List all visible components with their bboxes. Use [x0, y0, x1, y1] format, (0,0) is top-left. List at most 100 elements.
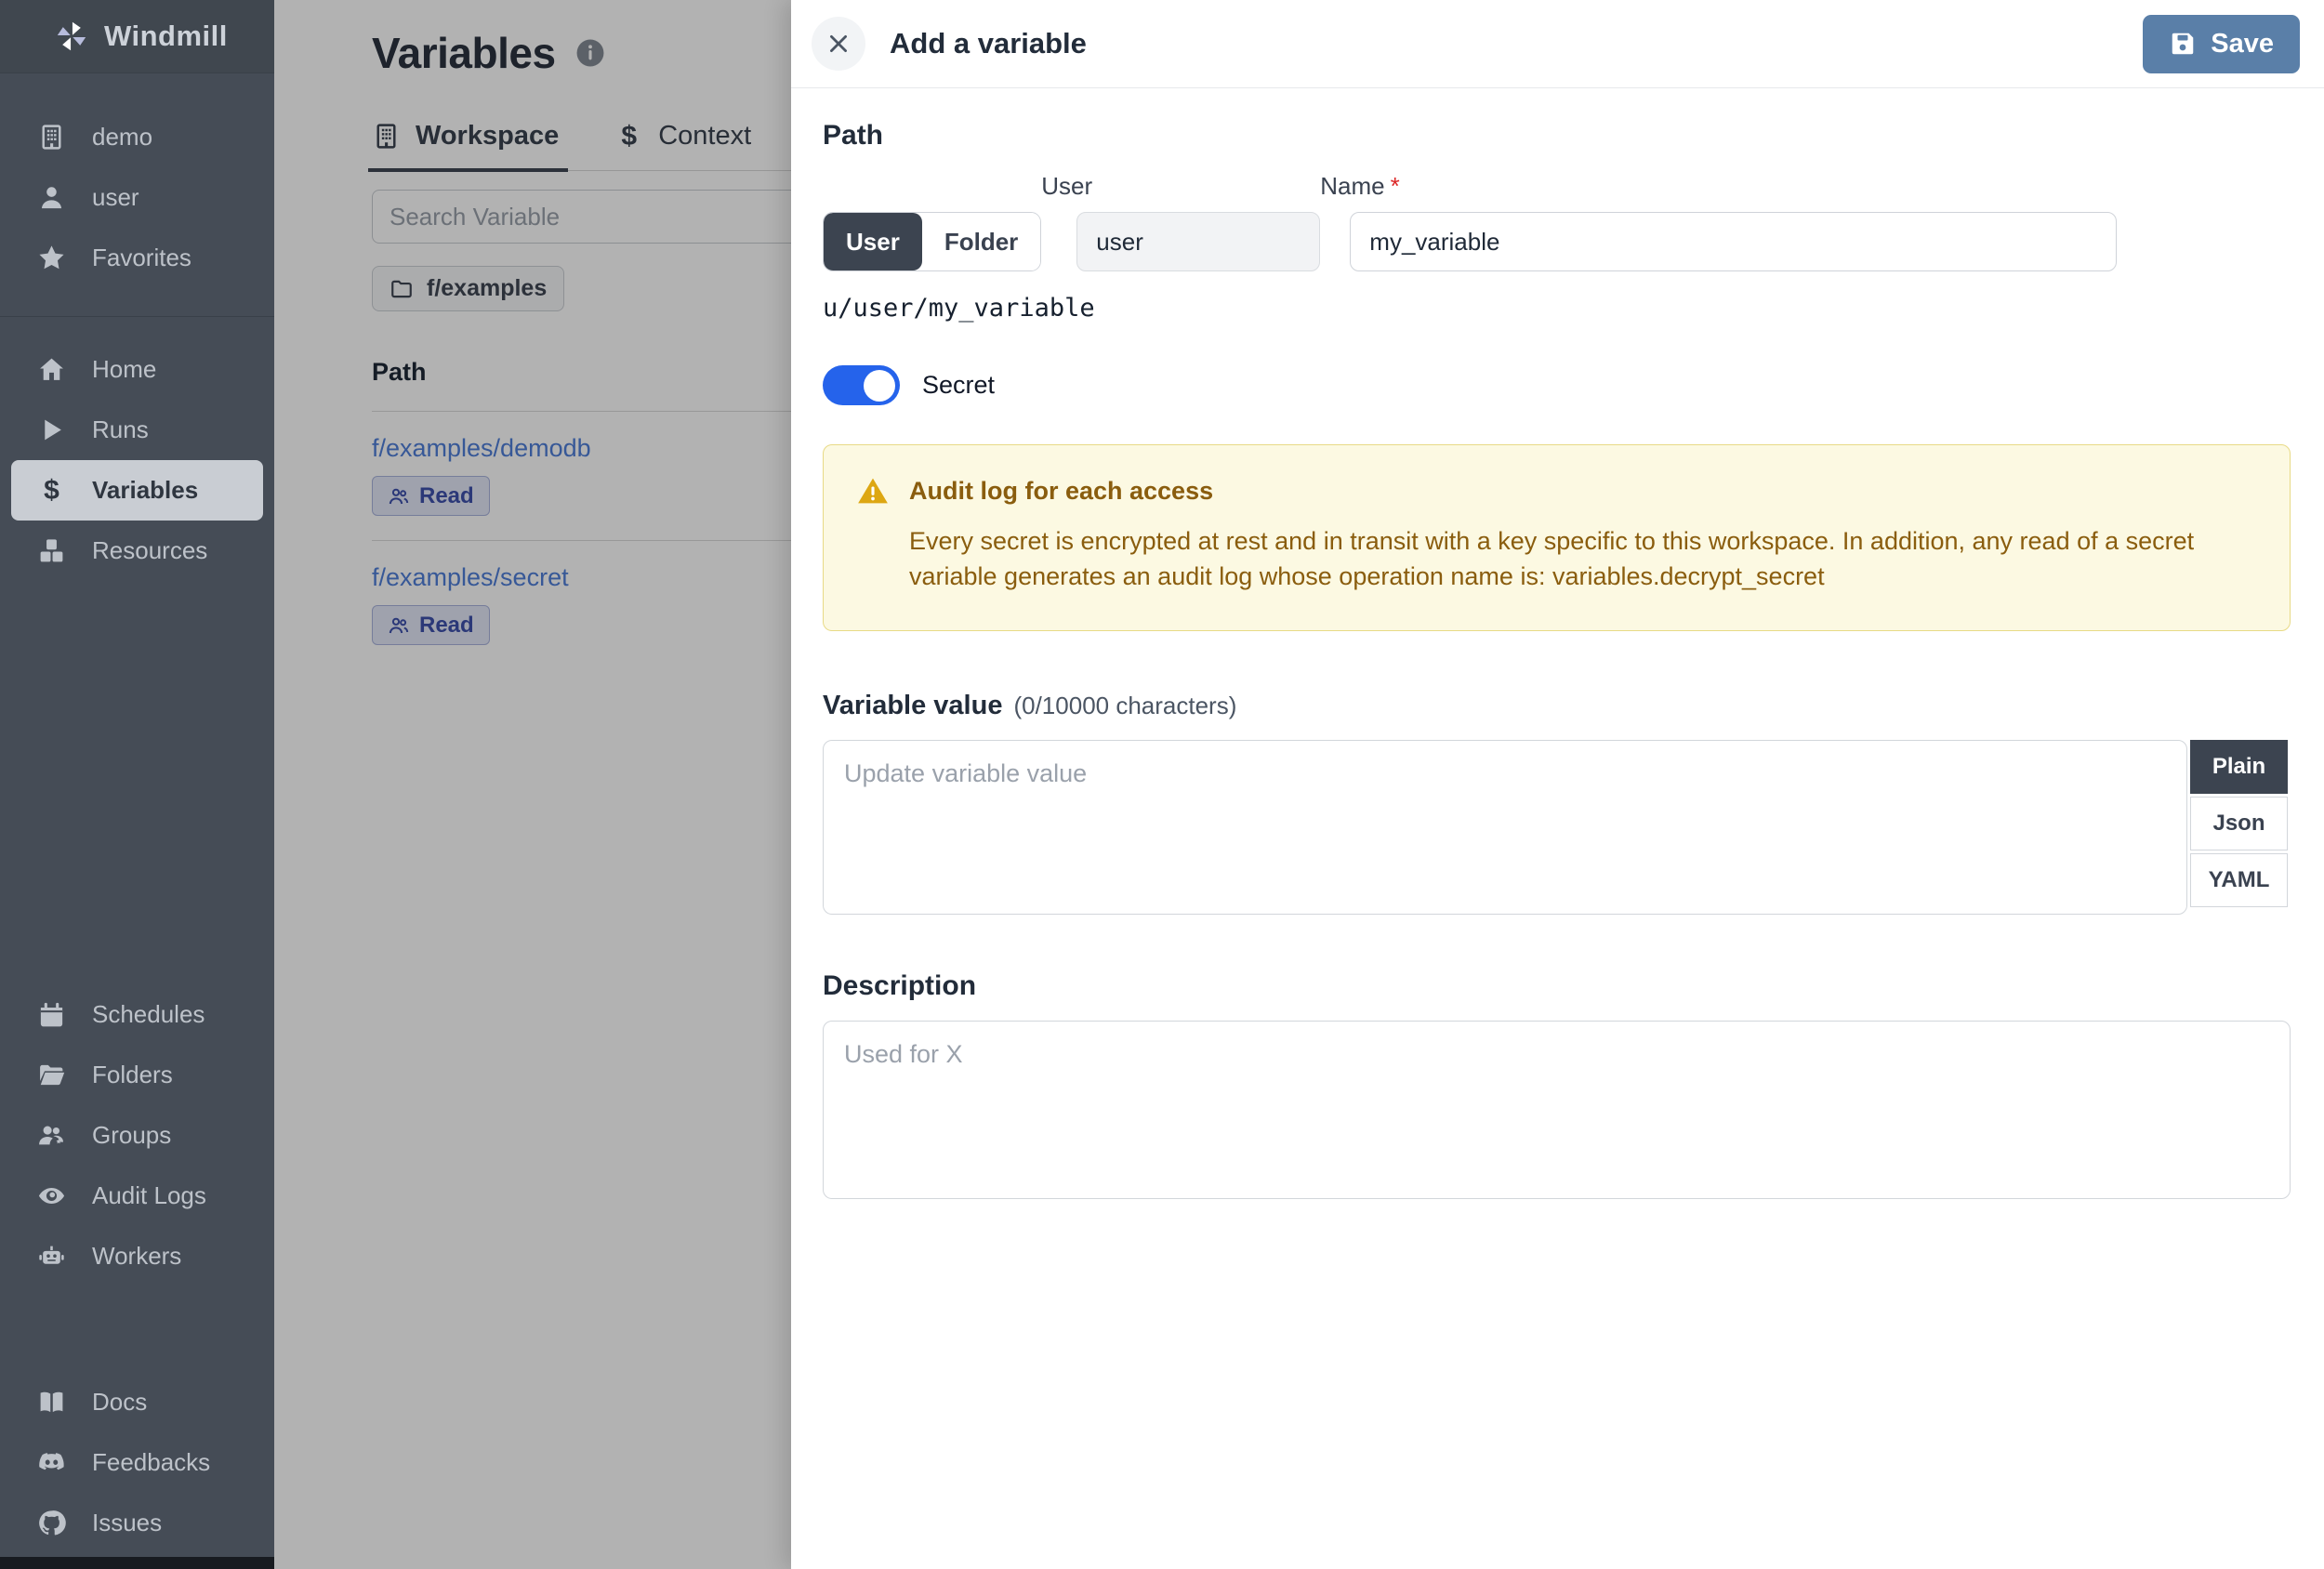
save-icon — [2169, 30, 2197, 58]
sidebar-item-label: Resources — [92, 536, 208, 564]
save-button[interactable]: Save — [2143, 14, 2300, 73]
sidebar-item-label: demo — [92, 123, 153, 151]
drawer-body: Path User Folder User Name* u/user/my_va… — [791, 88, 2324, 1199]
description-section: Description — [823, 970, 2291, 1199]
home-icon — [37, 355, 66, 384]
sidebar-item-resources[interactable]: Resources — [0, 521, 274, 581]
badge-label: Read — [419, 612, 474, 638]
secret-toggle-label: Secret — [922, 371, 996, 399]
sidebar-item-demo[interactable]: demo — [0, 107, 274, 167]
variable-path-link[interactable]: f/examples/secret — [372, 563, 569, 592]
info-icon[interactable] — [574, 37, 606, 69]
sidebar-item-label: Groups — [92, 1121, 172, 1149]
building-icon — [372, 122, 401, 151]
eye-icon — [37, 1181, 66, 1210]
building-icon — [37, 123, 66, 152]
format-tab-yaml[interactable]: YAML — [2190, 852, 2288, 907]
sidebar-footer-group: Docs Feedbacks Issues — [0, 1350, 274, 1557]
sidebar-item-schedules[interactable]: Schedules — [0, 984, 274, 1045]
sidebar-item-groups[interactable]: Groups — [0, 1105, 274, 1166]
owner-kind-user-button[interactable]: User — [824, 213, 922, 270]
windmill-logo-icon — [54, 19, 89, 54]
description-textarea[interactable] — [823, 1020, 2291, 1199]
sidebar-item-home[interactable]: Home — [0, 339, 274, 400]
description-heading: Description — [823, 969, 977, 1001]
close-drawer-button[interactable] — [812, 17, 865, 71]
read-permission-badge[interactable]: Read — [372, 605, 490, 645]
folder-icon — [390, 277, 414, 301]
sidebar-item-user[interactable]: user — [0, 167, 274, 228]
tab-label: Context — [658, 121, 752, 151]
sidebar-workspace-group: demo user Favorites — [0, 73, 274, 317]
calendar-icon — [37, 1000, 66, 1029]
tab-workspace[interactable]: Workspace — [367, 121, 569, 172]
sidebar-item-label: Issues — [92, 1509, 163, 1536]
play-icon — [37, 415, 66, 444]
tab-context[interactable]: $ Context — [614, 121, 751, 170]
folder-open-icon — [37, 1061, 66, 1089]
users-icon — [388, 614, 410, 637]
format-tab-json[interactable]: Json — [2190, 796, 2288, 850]
sidebar-item-variables[interactable]: $ Variables — [11, 460, 263, 521]
app-logo[interactable]: Windmill — [0, 0, 274, 73]
tab-label: Workspace — [416, 121, 560, 151]
sidebar-item-favorites[interactable]: Favorites — [0, 228, 274, 288]
name-field-input[interactable] — [1350, 212, 2118, 271]
sidebar-item-label: Schedules — [92, 1000, 205, 1028]
user-icon — [37, 183, 66, 212]
star-icon — [37, 244, 66, 272]
owner-kind-toggle: User Folder — [823, 212, 1042, 271]
warning-icon — [857, 475, 889, 507]
sidebar-bottom-strip — [0, 1557, 274, 1569]
sidebar-secondary-group: Schedules Folders Groups Audit Logs Work… — [0, 962, 274, 1309]
format-tab-plain[interactable]: Plain — [2190, 739, 2288, 794]
user-field-input[interactable] — [1076, 212, 1321, 271]
cubes-icon — [37, 536, 66, 565]
character-counter: (0/10000 characters) — [1013, 691, 1237, 719]
page-title: Variables — [372, 29, 556, 77]
sidebar-item-label: Feedbacks — [92, 1448, 211, 1476]
full-path-preview: u/user/my_variable — [823, 294, 1095, 323]
audit-log-warning: Audit log for each access Every secret i… — [823, 444, 2291, 631]
sidebar-item-label: Folders — [92, 1061, 173, 1088]
name-field-label: Name * — [1320, 172, 1400, 200]
sidebar-item-issues[interactable]: Issues — [0, 1493, 274, 1553]
path-form: User Folder User Name* — [823, 172, 2291, 271]
dollar-icon: $ — [44, 474, 59, 506]
sidebar-item-docs[interactable]: Docs — [0, 1372, 274, 1432]
name-field: Name * — [1320, 172, 2118, 271]
app-name: Windmill — [104, 20, 228, 52]
path-section-heading: Path — [823, 120, 884, 151]
variable-value-heading: Variable value — [823, 690, 1003, 720]
users-gear-icon — [37, 1121, 66, 1150]
read-permission-badge[interactable]: Read — [372, 476, 490, 516]
save-button-label: Save — [2211, 28, 2274, 59]
drawer-header: Add a variable Save — [791, 0, 2324, 88]
sidebar-item-folders[interactable]: Folders — [0, 1045, 274, 1105]
required-mark: * — [1390, 172, 1400, 200]
warning-title: Audit log for each access — [909, 476, 1214, 505]
variable-value-textarea[interactable] — [823, 739, 2187, 915]
variable-value-section: Variable value (0/10000 characters) Plai… — [823, 691, 2291, 915]
variable-path-link[interactable]: f/examples/demodb — [372, 434, 591, 463]
sidebar-item-label: Variables — [92, 476, 199, 504]
toggle-knob — [864, 369, 895, 402]
owner-kind-folder-button[interactable]: Folder — [921, 213, 1041, 270]
user-field-label: User — [1041, 172, 1093, 200]
sidebar-item-label: Runs — [92, 415, 149, 443]
folder-filter-chip[interactable]: f/examples — [372, 266, 565, 311]
sidebar-item-label: Docs — [92, 1388, 148, 1416]
sidebar-item-runs[interactable]: Runs — [0, 400, 274, 460]
sidebar-item-workers[interactable]: Workers — [0, 1226, 274, 1286]
sidebar-item-audit-logs[interactable]: Audit Logs — [0, 1166, 274, 1226]
secret-row: Secret — [823, 365, 2291, 405]
secret-toggle[interactable] — [823, 365, 900, 405]
sidebar-item-feedbacks[interactable]: Feedbacks — [0, 1432, 274, 1493]
users-icon — [388, 485, 410, 508]
sidebar-item-label: Favorites — [92, 244, 191, 271]
sidebar-item-label: user — [92, 183, 139, 211]
sidebar-nav-group: Home Runs $ Variables Resources — [0, 317, 274, 603]
sidebar-item-label: Home — [92, 355, 157, 383]
user-field: User — [1041, 172, 1321, 271]
folder-chip-label: f/examples — [427, 275, 548, 301]
